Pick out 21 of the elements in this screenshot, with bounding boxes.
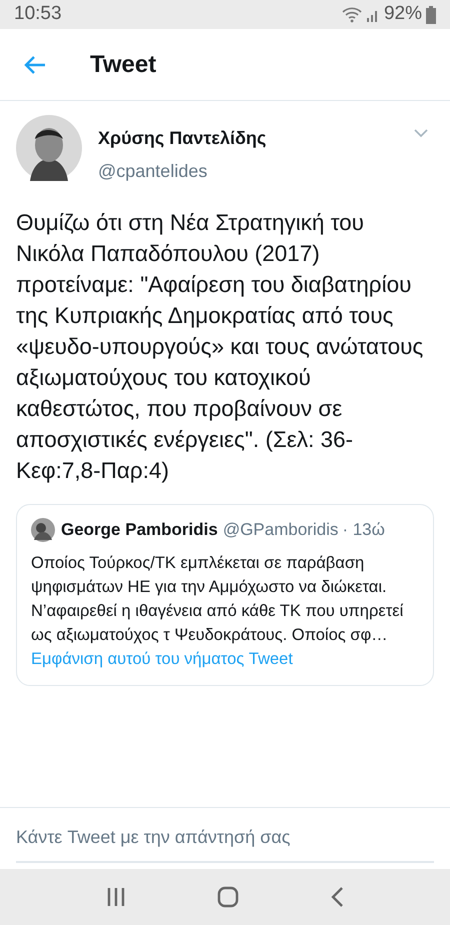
show-thread-link[interactable]: Εμφάνιση αυτού του νήματος Tweet bbox=[31, 646, 419, 670]
home-icon[interactable] bbox=[216, 886, 239, 908]
reply-field[interactable]: Κάντε Tweet με την απάντησή σας bbox=[16, 824, 434, 863]
recent-apps-icon[interactable] bbox=[106, 887, 126, 907]
quoted-tweet-card[interactable] bbox=[16, 504, 434, 686]
avatar[interactable] bbox=[16, 115, 82, 181]
battery-icon bbox=[426, 6, 436, 24]
page-title: Tweet bbox=[90, 50, 156, 80]
quoted-tweet-text: Οποίος Τούρκος/ΤΚ εμπλέκεται σε παράβαση ψηφισμάτων ΗΕ για την Αμμόχωστο να διώκεται. Ν’αφαιρεθεί η ιθαγένεια από κάθε ΤΚ που υπηρετεί ως αξιωματούχος τ Ψευδοκράτους. Οποίος σφ… bbox=[31, 552, 404, 646]
clock: 10:53 bbox=[14, 2, 62, 26]
avatar bbox=[31, 518, 55, 542]
quoted-author-handle: @GPamboridis bbox=[222, 519, 338, 541]
back-arrow-icon bbox=[24, 54, 46, 74]
quoted-author-name: George Pamboridis bbox=[61, 519, 218, 541]
author-name[interactable]: Χρύσης Παντελίδης bbox=[98, 125, 414, 152]
quoted-time: · 13ώ bbox=[342, 519, 385, 541]
back-icon[interactable] bbox=[330, 886, 344, 908]
author-handle[interactable]: @cpantelides bbox=[98, 158, 414, 185]
battery-percent: 92% bbox=[384, 2, 422, 26]
wifi-icon bbox=[342, 6, 362, 22]
tweet-text: Θυμίζω ότι στη Νέα Στρατηγική του Νικόλα Παπαδόπουλου (2017) προτείναμε: "Αφαίρεση του διαβατηρίου της Κυπριακής Δημοκρατίας από τους «ψευδο-υπουργούς» και τους ανώτατους αξιωματούχους του κατοχικού καθεστώτος, που προβαίνουν σε αποσχιστικές ενέργειες". (Σελ: 36-Κεφ:7,8-Παρ:4) bbox=[16, 209, 424, 485]
